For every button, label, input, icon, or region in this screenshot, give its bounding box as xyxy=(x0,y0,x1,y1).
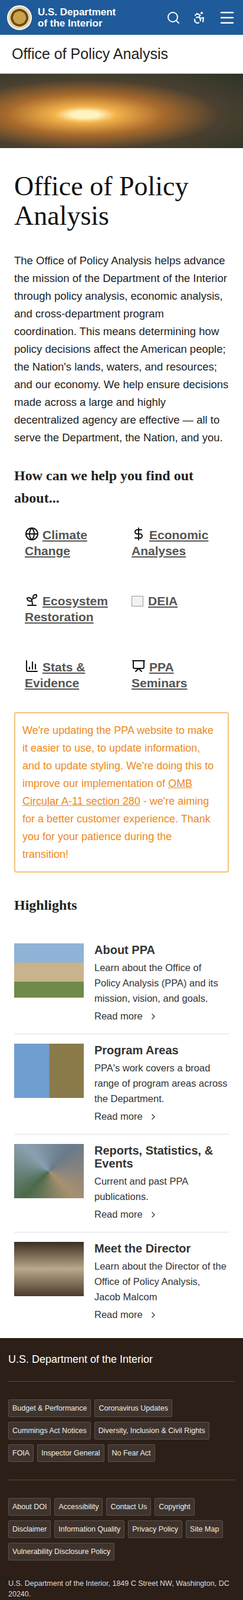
footer-link[interactable]: Diversity, Inclusion & Civil Rights xyxy=(94,1421,210,1440)
topic-link[interactable]: Ecosystem Restoration xyxy=(24,592,123,625)
topic-grid: Climate ChangeEconomic AnalysesEcosystem… xyxy=(14,526,229,691)
chevron-right-icon xyxy=(148,1011,159,1021)
footer-primary-links: Budget & PerformanceCoronavirus UpdatesC… xyxy=(8,1399,235,1480)
footer-link[interactable]: Accessibility xyxy=(54,1497,103,1516)
search-icon[interactable] xyxy=(166,10,181,25)
read-more-link[interactable]: Read more xyxy=(94,1208,229,1220)
card-description: PPA's work covers a broad range of progr… xyxy=(94,1059,229,1106)
footer-link[interactable]: Disclaimer xyxy=(8,1519,51,1538)
card-title[interactable]: Program Areas xyxy=(94,1043,229,1057)
help-heading: How can we help you find out about... xyxy=(14,464,229,510)
footer-link[interactable]: Coronavirus Updates xyxy=(94,1399,172,1417)
topic-link[interactable]: Stats & Evidence xyxy=(24,658,123,691)
topic-link[interactable]: Economic Analyses xyxy=(131,526,229,559)
footer-link[interactable]: About DOI xyxy=(8,1497,51,1516)
chevron-right-icon xyxy=(148,1209,159,1220)
card-image[interactable] xyxy=(14,1043,84,1098)
card-title[interactable]: Meet the Director xyxy=(94,1241,229,1255)
footer-link[interactable]: Contact Us xyxy=(106,1497,151,1516)
card-title[interactable]: About PPA xyxy=(94,943,229,957)
omb-link[interactable]: OMB Circular A-11 section 280 xyxy=(22,777,193,807)
topic-link[interactable]: Climate Change xyxy=(24,526,123,559)
site-header: U.S. Department of the Interior xyxy=(0,0,243,35)
footer-link[interactable]: Inspector General xyxy=(37,1443,104,1462)
page-heading: Office of Policy Analysis xyxy=(14,171,229,231)
site-footer: U.S. Department of the Interior Budget & … xyxy=(0,1337,243,1600)
footer-title: U.S. Department of the Interior xyxy=(8,1353,235,1382)
footer-address: U.S. Department of the Interior, 1849 C … xyxy=(8,1577,235,1599)
highlight-card: Reports, Statistics, & Events Current and… xyxy=(14,1134,229,1233)
chevron-right-icon xyxy=(148,1309,159,1320)
card-description: Learn about the Director of the Office o… xyxy=(94,1258,229,1305)
office-title[interactable]: Office of Policy Analysis xyxy=(0,34,243,74)
highlight-card: Meet the Director Learn about the Directo… xyxy=(14,1232,229,1332)
chevron-right-icon xyxy=(148,1111,159,1122)
intro-text: The Office of Policy Analysis helps adva… xyxy=(14,251,229,447)
dollar-icon xyxy=(131,526,146,541)
read-more-link[interactable]: Read more xyxy=(94,1010,229,1022)
topic-link[interactable]: DEIA xyxy=(131,592,229,625)
footer-link[interactable]: Cummings Act Notices xyxy=(8,1421,91,1440)
highlights-heading: Highlights xyxy=(14,893,229,916)
hero-image xyxy=(0,73,243,149)
card-title[interactable]: Reports, Statistics, & Events xyxy=(94,1143,229,1170)
menu-icon[interactable] xyxy=(218,8,236,27)
globe-icon xyxy=(24,526,39,541)
footer-link[interactable]: Information Quality xyxy=(54,1519,125,1538)
topic-link[interactable]: PPA Seminars xyxy=(131,658,229,691)
chart-icon xyxy=(24,658,39,673)
footer-secondary-links: About DOIAccessibilityContact UsCopyrigh… xyxy=(8,1497,235,1578)
sprout-icon xyxy=(24,592,39,607)
broken-image-icon xyxy=(131,595,144,607)
card-description: Learn about the Office of Policy Analysi… xyxy=(94,959,229,1006)
site-title[interactable]: U.S. Department of the Interior xyxy=(37,6,127,29)
presentation-icon xyxy=(131,658,146,673)
footer-link[interactable]: No Fear Act xyxy=(107,1443,156,1462)
footer-link[interactable]: Privacy Policy xyxy=(127,1519,183,1538)
footer-link[interactable]: Copyright xyxy=(154,1497,195,1516)
card-image[interactable] xyxy=(14,1241,84,1296)
footer-link[interactable]: Site Map xyxy=(185,1519,223,1538)
footer-link[interactable]: FOIA xyxy=(8,1443,34,1462)
card-description: Current and past PPA publications. xyxy=(94,1173,229,1204)
footer-link[interactable]: Budget & Performance xyxy=(8,1399,91,1417)
highlights-list: About PPA Learn about the Office of Polic… xyxy=(14,933,229,1332)
footer-link[interactable]: Vulnerability Disclosure Policy xyxy=(8,1542,115,1561)
read-more-link[interactable]: Read more xyxy=(94,1110,229,1122)
highlight-card: Program Areas PPA's work covers a broad r… xyxy=(14,1033,229,1135)
read-more-link[interactable]: Read more xyxy=(94,1308,229,1320)
highlight-card: About PPA Learn about the Office of Polic… xyxy=(14,933,229,1034)
update-notice: We're updating the PPA website to make i… xyxy=(14,711,229,873)
doi-seal-icon[interactable] xyxy=(7,5,32,31)
card-image[interactable] xyxy=(14,943,84,998)
card-image[interactable] xyxy=(14,1143,84,1198)
accessibility-icon[interactable] xyxy=(192,10,207,25)
